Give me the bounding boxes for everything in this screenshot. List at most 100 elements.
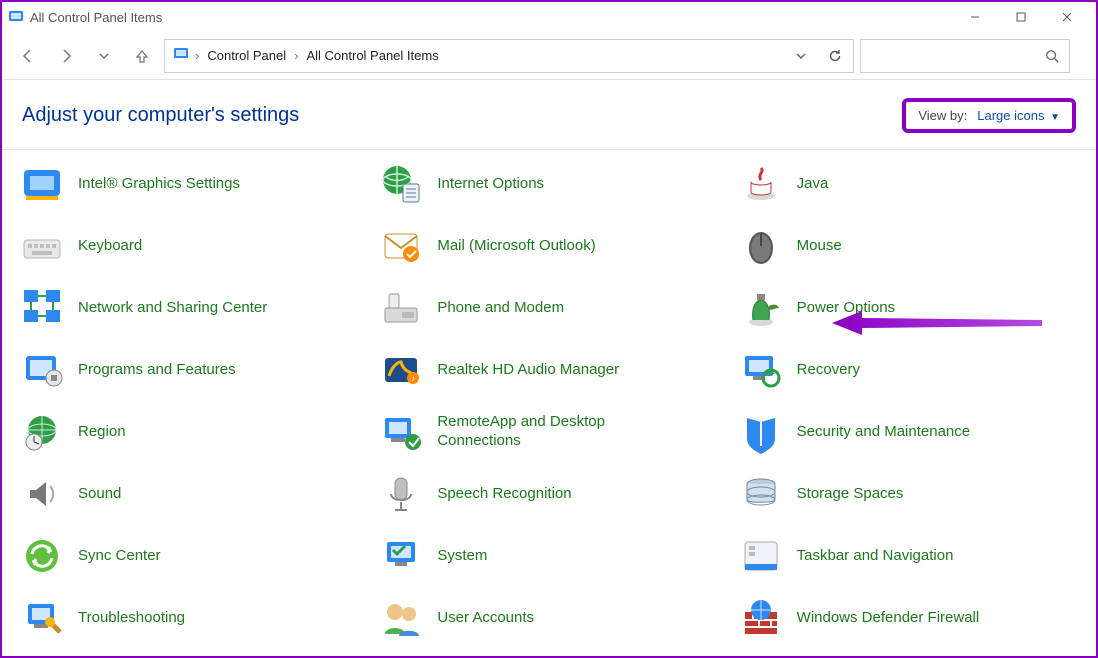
history-dropdown[interactable]	[787, 42, 815, 70]
programs-icon	[20, 348, 64, 392]
cp-item-label: Mouse	[797, 237, 842, 256]
search-icon	[1045, 49, 1059, 63]
speech-icon	[379, 472, 423, 516]
cp-item-label: Network and Sharing Center	[78, 299, 267, 318]
sync-icon	[20, 534, 64, 578]
firewall-icon	[739, 596, 783, 640]
cp-item-label: Security and Maintenance	[797, 423, 970, 442]
cp-item-intel-graphics[interactable]: Intel® Graphics Settings	[16, 160, 367, 208]
cp-item-firewall[interactable]: Windows Defender Firewall	[735, 594, 1086, 642]
cp-item-label: Recovery	[797, 361, 860, 380]
network-icon	[20, 286, 64, 330]
breadcrumb-root[interactable]: Control Panel	[205, 48, 288, 63]
close-button[interactable]	[1044, 2, 1090, 32]
cp-item-user-accounts[interactable]: User Accounts	[375, 594, 726, 642]
java-icon	[739, 162, 783, 206]
cp-item-label: Java	[797, 175, 829, 194]
cp-item-speech[interactable]: Speech Recognition	[375, 470, 726, 518]
control-panel-icon	[173, 46, 189, 65]
power-options-icon	[739, 286, 783, 330]
header: Adjust your computer's settings View by:…	[2, 80, 1096, 149]
cp-item-label: System	[437, 547, 487, 566]
cp-item-label: User Accounts	[437, 609, 534, 628]
region-icon	[20, 410, 64, 454]
cp-item-label: Troubleshooting	[78, 609, 185, 628]
cp-item-realtek[interactable]: Realtek HD Audio Manager	[375, 346, 726, 394]
cp-item-java[interactable]: Java	[735, 160, 1086, 208]
cp-item-mail[interactable]: Mail (Microsoft Outlook)	[375, 222, 726, 270]
realtek-icon	[379, 348, 423, 392]
cp-item-label: Region	[78, 423, 126, 442]
minimize-button[interactable]	[952, 2, 998, 32]
troubleshoot-icon	[20, 596, 64, 640]
cp-item-label: Keyboard	[78, 237, 142, 256]
view-by-control[interactable]: View by: Large icons ▼	[902, 98, 1076, 133]
view-by-label: View by:	[918, 108, 967, 123]
cp-item-label: Phone and Modem	[437, 299, 564, 318]
cp-item-sound[interactable]: Sound	[16, 470, 367, 518]
recent-dropdown[interactable]	[88, 40, 120, 72]
cp-item-label: Programs and Features	[78, 361, 236, 380]
cp-item-label: Storage Spaces	[797, 485, 904, 504]
address-bar[interactable]: › Control Panel › All Control Panel Item…	[164, 39, 854, 73]
nav-row: › Control Panel › All Control Panel Item…	[2, 32, 1096, 80]
internet-options-icon	[379, 162, 423, 206]
mouse-icon	[739, 224, 783, 268]
cp-item-sync[interactable]: Sync Center	[16, 532, 367, 580]
refresh-button[interactable]	[821, 42, 849, 70]
chevron-right-icon: ›	[195, 48, 199, 63]
phone-modem-icon	[379, 286, 423, 330]
breadcrumb-current[interactable]: All Control Panel Items	[304, 48, 440, 63]
cp-item-storage[interactable]: Storage Spaces	[735, 470, 1086, 518]
forward-button[interactable]	[50, 40, 82, 72]
cp-item-programs[interactable]: Programs and Features	[16, 346, 367, 394]
cp-item-troubleshoot[interactable]: Troubleshooting	[16, 594, 367, 642]
cp-item-label: Power Options	[797, 299, 895, 318]
system-icon	[379, 534, 423, 578]
cp-item-label: Speech Recognition	[437, 485, 571, 504]
cp-item-label: Mail (Microsoft Outlook)	[437, 237, 595, 256]
up-button[interactable]	[126, 40, 158, 72]
chevron-right-icon: ›	[294, 48, 298, 63]
sound-icon	[20, 472, 64, 516]
cp-item-remoteapp[interactable]: RemoteApp and Desktop Connections	[375, 408, 726, 456]
titlebar: All Control Panel Items	[2, 2, 1096, 32]
chevron-down-icon: ▼	[1050, 112, 1060, 123]
intel-graphics-icon	[20, 162, 64, 206]
cp-item-label: Taskbar and Navigation	[797, 547, 954, 566]
back-button[interactable]	[12, 40, 44, 72]
cp-item-label: Intel® Graphics Settings	[78, 175, 240, 194]
search-input[interactable]	[860, 39, 1070, 73]
view-by-value: Large icons	[977, 108, 1044, 123]
cp-item-recovery[interactable]: Recovery	[735, 346, 1086, 394]
cp-item-system[interactable]: System	[375, 532, 726, 580]
cp-item-label: Internet Options	[437, 175, 544, 194]
control-panel-icon	[8, 9, 24, 25]
taskbar-icon	[739, 534, 783, 578]
cp-item-phone-modem[interactable]: Phone and Modem	[375, 284, 726, 332]
cp-item-taskbar[interactable]: Taskbar and Navigation	[735, 532, 1086, 580]
cp-item-label: Realtek HD Audio Manager	[437, 361, 619, 380]
cp-item-label: Sound	[78, 485, 121, 504]
storage-icon	[739, 472, 783, 516]
cp-item-keyboard[interactable]: Keyboard	[16, 222, 367, 270]
cp-item-label: Sync Center	[78, 547, 161, 566]
cp-item-mouse[interactable]: Mouse	[735, 222, 1086, 270]
recovery-icon	[739, 348, 783, 392]
cp-item-power-options[interactable]: Power Options	[735, 284, 1086, 332]
cp-item-region[interactable]: Region	[16, 408, 367, 456]
items-grid: Intel® Graphics Settings Internet Options…	[2, 150, 1096, 642]
page-title: Adjust your computer's settings	[22, 104, 299, 127]
remoteapp-icon	[379, 410, 423, 454]
window-title: All Control Panel Items	[30, 10, 162, 25]
cp-item-security[interactable]: Security and Maintenance	[735, 408, 1086, 456]
keyboard-icon	[20, 224, 64, 268]
cp-item-label: Windows Defender Firewall	[797, 609, 980, 628]
cp-item-internet-options[interactable]: Internet Options	[375, 160, 726, 208]
cp-item-network[interactable]: Network and Sharing Center	[16, 284, 367, 332]
cp-item-label: RemoteApp and Desktop Connections	[437, 413, 657, 451]
security-icon	[739, 410, 783, 454]
mail-icon	[379, 224, 423, 268]
maximize-button[interactable]	[998, 2, 1044, 32]
user-accounts-icon	[379, 596, 423, 640]
